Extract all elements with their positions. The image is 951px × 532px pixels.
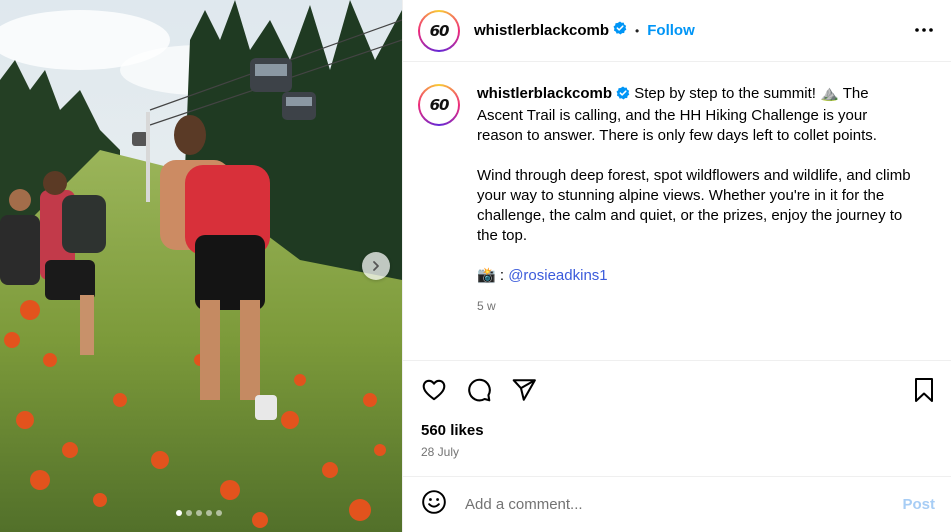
carousel-dot: [186, 510, 192, 516]
comment-bar: Post: [403, 476, 951, 532]
carousel-dot: [196, 510, 202, 516]
carousel-dot: [206, 510, 212, 516]
heart-icon[interactable]: [421, 377, 447, 408]
caption-text: whistlerblackcomb Step by step to the su…: [477, 84, 917, 316]
caption-avatar[interactable]: 60: [418, 84, 460, 126]
post-photo[interactable]: [0, 0, 402, 532]
username-link[interactable]: whistlerblackcomb: [474, 22, 609, 39]
bookmark-icon[interactable]: [912, 377, 936, 408]
paper-plane-icon[interactable]: [511, 377, 537, 408]
avatar[interactable]: 60: [418, 9, 460, 52]
mention-link[interactable]: @rosieadkins1: [508, 267, 607, 284]
carousel-dot: [216, 510, 222, 516]
avatar-logo: 60: [429, 96, 450, 114]
post-age[interactable]: 5 w: [477, 296, 917, 316]
post-caption: 60 whistlerblackcomb Step by step to the…: [418, 84, 938, 316]
caption-username-link[interactable]: whistlerblackcomb: [477, 85, 612, 102]
header-separator: •: [635, 23, 640, 38]
carousel-indicator: [176, 510, 222, 516]
more-options-icon[interactable]: [914, 20, 934, 45]
comment-bubble-icon[interactable]: [466, 377, 492, 408]
verified-badge-icon: [613, 21, 627, 40]
chevron-right-icon: [373, 261, 379, 271]
camera-emoji-prefix: 📸 :: [477, 267, 509, 284]
verified-badge-icon: [616, 86, 630, 106]
post-header: 60 whistlerblackcomb • Follow: [403, 0, 951, 62]
carousel-next-button[interactable]: [362, 252, 390, 280]
smiley-icon[interactable]: [421, 489, 447, 520]
follow-button[interactable]: Follow: [647, 22, 695, 39]
carousel-dot: [176, 510, 182, 516]
post-dialog: 60 whistlerblackcomb • Follow 60 whistle…: [0, 0, 951, 532]
likes-count[interactable]: 560 likes: [421, 422, 484, 439]
caption-paragraph-2: Wind through deep forest, spot wildflowe…: [477, 167, 911, 244]
post-comment-button[interactable]: Post: [902, 496, 935, 513]
hiking-photo-image: [0, 0, 402, 532]
comment-input[interactable]: [465, 496, 885, 513]
post-date: 28 July: [421, 445, 460, 459]
avatar-logo: 60: [429, 21, 450, 40]
post-actions: 560 likes 28 July: [403, 360, 951, 476]
caption-credit: 📸 : @rosieadkins1: [477, 266, 917, 286]
post-side-panel: 60 whistlerblackcomb • Follow 60 whistle…: [402, 0, 951, 532]
